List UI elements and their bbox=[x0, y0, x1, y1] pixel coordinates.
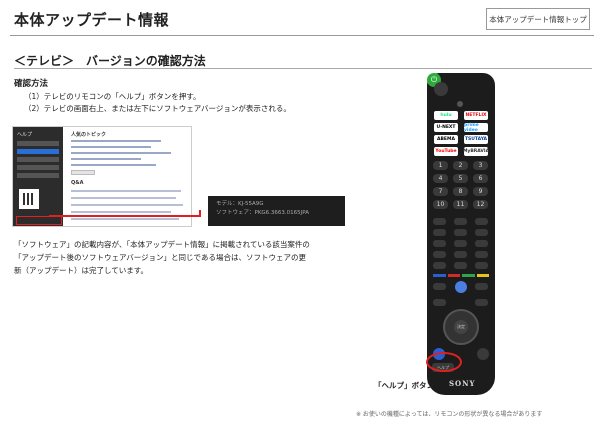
step-item: （1）テレビのリモコンの「ヘルプ」ボタンを押す。 bbox=[24, 92, 201, 101]
number-button: 8 bbox=[453, 187, 468, 196]
remote-key bbox=[475, 251, 488, 258]
remote-key bbox=[475, 283, 488, 290]
help-screen-main-title: 人気のトピック bbox=[71, 132, 107, 138]
app-button-mybravia: MyBRAVIA bbox=[462, 147, 490, 156]
help-screen-qa-line bbox=[71, 190, 181, 192]
update-info-top-button[interactable]: 本体アップデート情報トップ bbox=[486, 8, 590, 30]
help-screen-more-button bbox=[71, 170, 95, 175]
number-button: 11 bbox=[453, 200, 468, 209]
remote-key bbox=[475, 218, 488, 225]
remote-key bbox=[454, 251, 467, 258]
remote-key bbox=[454, 262, 467, 269]
app-button-abema: ABEMA bbox=[434, 135, 458, 144]
remote-key bbox=[475, 240, 488, 247]
remote-key bbox=[433, 229, 446, 236]
help-screen-sidebar-item bbox=[17, 173, 59, 178]
version-highlight-box bbox=[16, 216, 62, 225]
remote-key bbox=[454, 229, 467, 236]
steps-heading: 確認方法 bbox=[14, 79, 49, 89]
app-button-hulu: hulu bbox=[434, 111, 458, 120]
help-screen-qa-line bbox=[71, 211, 171, 213]
remote-key bbox=[433, 240, 446, 247]
remote-key bbox=[475, 299, 488, 306]
number-button: 9 bbox=[473, 187, 488, 196]
number-button: 2 bbox=[453, 161, 468, 170]
number-button: 10 bbox=[433, 200, 448, 209]
title-divider bbox=[10, 35, 594, 36]
help-screen-qa-line bbox=[71, 197, 176, 199]
dpad-enter-button: 決定 bbox=[454, 320, 468, 334]
callout-arrow-tip bbox=[199, 210, 201, 216]
remote-key bbox=[433, 218, 446, 225]
callout-arrow-line bbox=[49, 215, 201, 217]
remote-key bbox=[454, 240, 467, 247]
number-button: 5 bbox=[453, 174, 468, 183]
remote-key bbox=[433, 283, 446, 290]
app-button-tsutaya: TSUTAYA bbox=[464, 135, 488, 144]
page-title: 本体アップデート情報 bbox=[14, 11, 170, 29]
remote-key bbox=[433, 251, 446, 258]
help-screen-sidebar: ヘルプ bbox=[13, 127, 63, 226]
section-divider bbox=[14, 68, 592, 69]
number-button: 12 bbox=[473, 200, 488, 209]
software-version-line: ソフトウェア：PKG6.3663.0165JPA bbox=[216, 210, 310, 216]
software-version-callout: モデル：KJ-55A9G ソフトウェア：PKG6.3663.0165JPA bbox=[208, 196, 345, 226]
help-screen-image: ヘルプ 人気のトピック Q&A bbox=[12, 126, 192, 227]
help-screen-qa-line bbox=[71, 204, 183, 206]
number-button: 1 bbox=[433, 161, 448, 170]
help-screen-sidebar-item bbox=[17, 149, 59, 154]
help-screen-qa-line bbox=[71, 218, 179, 220]
help-button-label: 「ヘルプ」ボタン bbox=[374, 381, 434, 390]
number-button: 3 bbox=[473, 161, 488, 170]
remote-key bbox=[433, 299, 446, 306]
qr-code-icon bbox=[19, 189, 39, 209]
app-button-unext: U-NEXT bbox=[434, 123, 458, 132]
help-screen-sidebar-item bbox=[17, 141, 59, 146]
number-button: 6 bbox=[473, 174, 488, 183]
app-button-netflix: NETFLIX bbox=[464, 111, 488, 120]
explanation-text: 「ソフトウェア」の記載内容が、「本体アップデート情報」に掲載されている該当案件の… bbox=[14, 240, 310, 275]
help-screen-sidebar-item bbox=[17, 165, 59, 170]
green-key bbox=[462, 274, 475, 277]
yellow-key bbox=[476, 274, 489, 277]
app-button-youtube: YouTube bbox=[434, 147, 458, 156]
remote-key bbox=[454, 218, 467, 225]
sony-logo: SONY bbox=[449, 379, 476, 388]
model-line: モデル：KJ-55A9G bbox=[216, 201, 264, 207]
remote-key bbox=[475, 229, 488, 236]
section-title: ＜テレビ＞ バージョンの確認方法 bbox=[14, 54, 206, 68]
red-key bbox=[447, 274, 460, 277]
remote-key bbox=[433, 262, 446, 269]
microphone-icon bbox=[457, 101, 463, 107]
help-screen-sidebar-title: ヘルプ bbox=[17, 132, 33, 138]
number-button: 7 bbox=[433, 187, 448, 196]
input-button bbox=[434, 82, 448, 96]
help-screen-topic-line bbox=[71, 158, 141, 160]
color-keys bbox=[433, 274, 489, 277]
google-assistant-icon bbox=[455, 281, 467, 293]
remote-key bbox=[475, 262, 488, 269]
number-button: 4 bbox=[433, 174, 448, 183]
blue-key bbox=[433, 274, 446, 277]
step-item: （2）テレビの画面右上、または左下にソフトウェアバージョンが表示される。 bbox=[24, 104, 291, 113]
back-key bbox=[477, 348, 489, 360]
help-screen-topic-line bbox=[71, 140, 161, 142]
help-screen-qa-title: Q&A bbox=[71, 180, 84, 186]
help-screen-topic-line bbox=[71, 152, 171, 154]
help-screen-topic-line bbox=[71, 146, 151, 148]
footnote: ※ お使いの機種によっては、リモコンの形状が異なる場合があります bbox=[356, 411, 543, 418]
help-key-highlight bbox=[426, 352, 462, 372]
help-screen-sidebar-item bbox=[17, 157, 59, 162]
tv-remote-image: ⏻ hulu NETFLIX U-NEXT prime video ABEMA … bbox=[427, 73, 495, 395]
help-screen-topic-line bbox=[71, 164, 156, 166]
app-button-prime-video: prime video bbox=[464, 123, 488, 133]
